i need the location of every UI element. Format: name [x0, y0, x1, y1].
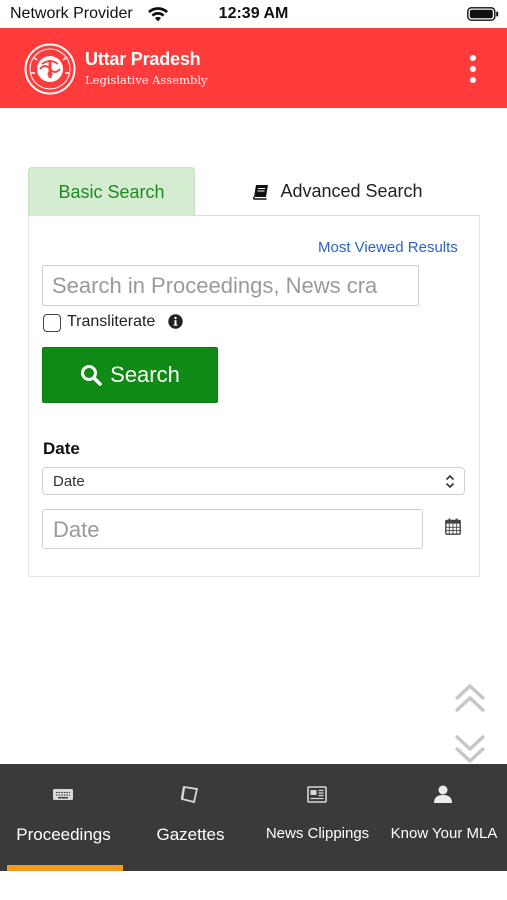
app-header: Uttar Pradesh Legislative Assembly: [0, 28, 507, 108]
nav-label-know-your-mla: Know Your MLA: [390, 825, 498, 842]
status-bar: Network Provider 12:39 AM: [0, 0, 507, 28]
nav-label-gazettes: Gazettes: [156, 825, 225, 844]
nav-item-news-clippings[interactable]: News Clippings: [254, 764, 381, 871]
search-icon: [81, 365, 102, 386]
search-button-label: Search: [110, 362, 180, 387]
newspaper-icon: [307, 786, 327, 803]
gazette-icon: [180, 785, 199, 804]
date-input[interactable]: Date: [42, 509, 423, 549]
tab-advanced-search[interactable]: Advanced Search: [196, 167, 479, 216]
calendar-icon[interactable]: [445, 518, 461, 535]
header-subtitle: Legislative Assembly: [85, 73, 208, 87]
date-type-select[interactable]: Date: [42, 467, 465, 495]
nav-item-know-your-mla[interactable]: Know Your MLA: [381, 764, 507, 871]
date-heading: Date: [43, 439, 80, 458]
nav-label-news-clippings: News Clippings: [265, 825, 370, 842]
clock-time: 12:39 AM: [218, 5, 289, 22]
book-icon: [253, 184, 269, 200]
transliterate-checkbox[interactable]: [43, 314, 61, 332]
nav-item-gazettes[interactable]: Gazettes: [127, 764, 254, 871]
date-input-placeholder: Date: [53, 517, 100, 542]
scroll-down-icon[interactable]: [453, 733, 487, 763]
user-icon: [434, 785, 452, 803]
tab-basic-search[interactable]: Basic Search: [28, 167, 195, 216]
chevron-up-down-icon: [445, 474, 455, 489]
search-button[interactable]: Search: [42, 347, 218, 403]
state-emblem-logo: [24, 43, 76, 95]
search-input[interactable]: [42, 265, 419, 306]
date-select-value: Date: [53, 473, 85, 490]
nav-item-proceedings[interactable]: Proceedings: [0, 764, 127, 871]
tab-basic-search-label: Basic Search: [58, 181, 165, 202]
scroll-up-icon[interactable]: [453, 684, 487, 714]
kebab-menu-icon[interactable]: [463, 52, 483, 86]
info-icon[interactable]: [168, 314, 183, 329]
header-title: Uttar Pradesh: [85, 49, 201, 69]
home-indicator-area: [0, 871, 507, 900]
battery-icon: [467, 7, 499, 21]
keyboard-icon: [53, 789, 73, 800]
tab-advanced-search-label: Advanced Search: [280, 181, 423, 201]
nav-label-proceedings: Proceedings: [16, 825, 111, 844]
bottom-navigation: Proceedings Gazettes News Clippings Know…: [0, 764, 507, 871]
transliterate-label: Transliterate: [67, 313, 156, 330]
most-viewed-results-link[interactable]: Most Viewed Results: [318, 239, 458, 256]
